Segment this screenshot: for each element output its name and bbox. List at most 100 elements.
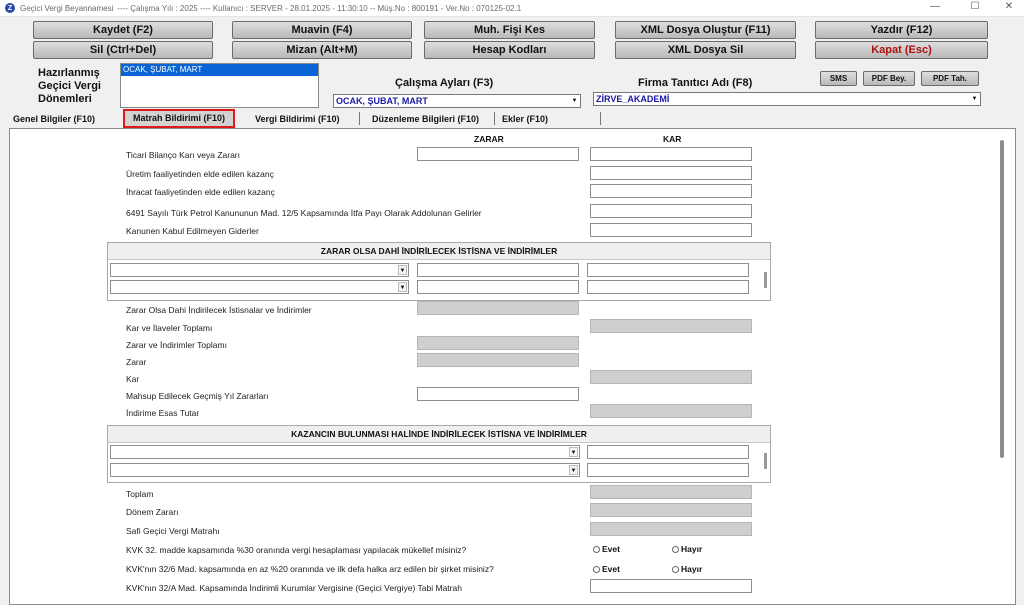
istisna-2-kar-input[interactable]	[587, 280, 749, 294]
chevron-down-icon[interactable]: ▼	[570, 96, 579, 106]
main-scrollbar[interactable]	[1000, 140, 1004, 458]
petrol-kanunu-label: 6491 Sayılı Türk Petrol Kanununun Mad. 1…	[126, 208, 482, 218]
ticari-bilanco-label: Ticari Bilanço Karı veya Zararı	[126, 150, 240, 160]
tab-genel[interactable]: Genel Bilgiler (F10)	[13, 114, 95, 124]
zarar-olsa-dahi-zarar-field	[417, 301, 579, 315]
kvk32-6-hayir-radio[interactable]: Hayır	[672, 564, 702, 574]
kkeg-kar-input[interactable]	[590, 223, 752, 237]
zarar-olsa-dahi-label: Zarar Olsa Dahi İndirilecek İstisnalar v…	[126, 305, 312, 315]
hazirlanmis-label-2: Geçici Vergi	[38, 80, 101, 92]
maximize-icon[interactable]: ☐	[960, 1, 990, 12]
tab-ekler[interactable]: Ekler (F10)	[502, 114, 548, 124]
hazirlanmis-label-3: Dönemleri	[38, 93, 92, 105]
safi-matrah-label: Safi Geçici Vergi Matrahı	[126, 526, 220, 536]
kvk32-6-evet-radio[interactable]: Evet	[593, 564, 620, 574]
radio-icon[interactable]	[672, 565, 679, 573]
tab-strip: Genel Bilgiler (F10) Matrah Bildirimi (F…	[0, 109, 1024, 129]
sms-button[interactable]: SMS	[820, 71, 857, 86]
xml-sil-button[interactable]: XML Dosya Sil	[615, 41, 796, 59]
group2-scrollbar[interactable]	[764, 453, 767, 469]
zarar-indirimler-label: Zarar ve İndirimler Toplamı	[126, 340, 227, 350]
toplam-field	[590, 485, 752, 499]
kvk32a-input[interactable]	[590, 579, 752, 593]
kvk32-6-question: KVK'nın 32/6 Mad. kapsamında en az %20 o…	[126, 564, 494, 574]
hayir-label: Hayır	[681, 544, 703, 554]
gecmis-yil-zarar-label: Mahsup Edilecek Geçmiş Yıl Zararları	[126, 391, 269, 401]
istisna-1-zarar-input[interactable]	[417, 263, 579, 277]
ticari-bilanco-kar-input[interactable]	[590, 147, 752, 161]
chevron-down-icon[interactable]: ▼	[569, 447, 578, 457]
donemler-list-item[interactable]: OCAK, ŞUBAT, MART	[121, 64, 318, 76]
zarar-column-header: ZARAR	[474, 134, 504, 144]
tab-separator	[359, 112, 360, 125]
kar-label: Kar	[126, 374, 140, 384]
close-icon[interactable]: ✕	[994, 1, 1024, 12]
toplam-label: Toplam	[126, 489, 154, 499]
istisna-select-1[interactable]: ▼	[110, 263, 409, 277]
mizan-button[interactable]: Mizan (Alt+M)	[232, 41, 412, 59]
calisma-aylari-value: OCAK, ŞUBAT, MART	[336, 96, 428, 106]
kazanc-istisna-1-kar-input[interactable]	[587, 445, 749, 459]
kar-ilaveler-kar-field	[590, 319, 752, 333]
sil-button[interactable]: Sil (Ctrl+Del)	[33, 41, 213, 59]
istisna-select-2[interactable]: ▼	[110, 280, 409, 294]
istisna-1-kar-input[interactable]	[587, 263, 749, 277]
donemler-listbox[interactable]: OCAK, ŞUBAT, MART	[120, 63, 319, 108]
xml-olustur-button[interactable]: XML Dosya Oluştur (F11)	[615, 21, 796, 39]
hesap-kodlari-button[interactable]: Hesap Kodları	[424, 41, 595, 59]
tab-separator	[600, 112, 601, 125]
evet-label: Evet	[602, 544, 620, 554]
chevron-down-icon[interactable]: ▼	[398, 265, 407, 275]
hazirlanmis-label-1: Hazırlanmış	[38, 67, 100, 79]
kapat-button[interactable]: Kapat (Esc)	[815, 41, 988, 59]
calisma-aylari-label: Çalışma Ayları (F3)	[395, 77, 494, 89]
zarar-indirimler-zarar-field	[417, 336, 579, 350]
group1-scrollbar[interactable]	[764, 272, 767, 288]
kazanc-istisna-select-1[interactable]: ▼	[110, 445, 580, 459]
kazanc-istisna-2-kar-input[interactable]	[587, 463, 749, 477]
pdf-tah-button[interactable]: PDF Tah.	[921, 71, 979, 86]
group-title: KAZANCIN BULUNMASI HALİNDE İNDİRİLECEK İ…	[108, 426, 770, 443]
hayir-label: Hayır	[681, 564, 703, 574]
matrah-panel: ZARAR KAR Ticari Bilanço Karı veya Zarar…	[9, 128, 1016, 605]
kaydet-button[interactable]: Kaydet (F2)	[33, 21, 213, 39]
radio-icon[interactable]	[672, 545, 679, 553]
tab-matrah[interactable]: Matrah Bildirimi (F10)	[123, 109, 236, 128]
uretim-kar-input[interactable]	[590, 166, 752, 180]
evet-label: Evet	[602, 564, 620, 574]
kar-column-header: KAR	[663, 134, 682, 144]
radio-icon[interactable]	[593, 545, 600, 553]
kvk32-question: KVK 32. madde kapsamında %30 oranında ve…	[126, 545, 467, 555]
firma-value: ZİRVE_AKADEMİ	[596, 94, 670, 104]
pdf-bey-button[interactable]: PDF Bey.	[863, 71, 915, 86]
tab-vergi[interactable]: Vergi Bildirimi (F10)	[255, 114, 340, 124]
minimize-icon[interactable]: —	[920, 1, 950, 12]
firma-select[interactable]: ZİRVE_AKADEMİ ▼	[593, 92, 981, 106]
safi-matrah-field	[590, 522, 752, 536]
donem-zarari-field	[590, 503, 752, 517]
chevron-down-icon[interactable]: ▼	[970, 94, 979, 104]
kkeg-label: Kanunen Kabul Edilmeyen Giderler	[126, 226, 259, 236]
app-icon: Z	[5, 3, 15, 13]
kvk32-hayir-radio[interactable]: Hayır	[672, 544, 702, 554]
kazanc-istisna-select-2[interactable]: ▼	[110, 463, 580, 477]
calisma-aylari-select[interactable]: OCAK, ŞUBAT, MART ▼	[333, 94, 581, 108]
chevron-down-icon[interactable]: ▼	[398, 282, 407, 292]
group-title: ZARAR OLSA DAHİ İNDİRİLECEK İSTİSNA VE İ…	[108, 243, 770, 260]
chevron-down-icon[interactable]: ▼	[569, 465, 578, 475]
donem-zarari-label: Dönem Zararı	[126, 507, 179, 517]
kvk32a-label: KVK'nın 32/A Mad. Kapsamında İndirimli K…	[126, 583, 462, 593]
yazdir-button[interactable]: Yazdır (F12)	[815, 21, 988, 39]
ticari-bilanco-zarar-input[interactable]	[417, 147, 579, 161]
title-bar: Z Geçici Vergi Beyannamesi ---- Çalışma …	[0, 0, 1024, 17]
petrol-kanunu-kar-input[interactable]	[590, 204, 752, 218]
kvk32-evet-radio[interactable]: Evet	[593, 544, 620, 554]
indirime-esas-label: İndirime Esas Tutar	[126, 408, 200, 418]
muh-fisi-button[interactable]: Muh. Fişi Kes	[424, 21, 595, 39]
radio-icon[interactable]	[593, 565, 600, 573]
istisna-2-zarar-input[interactable]	[417, 280, 579, 294]
muavin-button[interactable]: Muavin (F4)	[232, 21, 412, 39]
tab-duzenleme[interactable]: Düzenleme Bilgileri (F10)	[372, 114, 479, 124]
gecmis-yil-zarar-input[interactable]	[417, 387, 579, 401]
ihracat-kar-input[interactable]	[590, 184, 752, 198]
